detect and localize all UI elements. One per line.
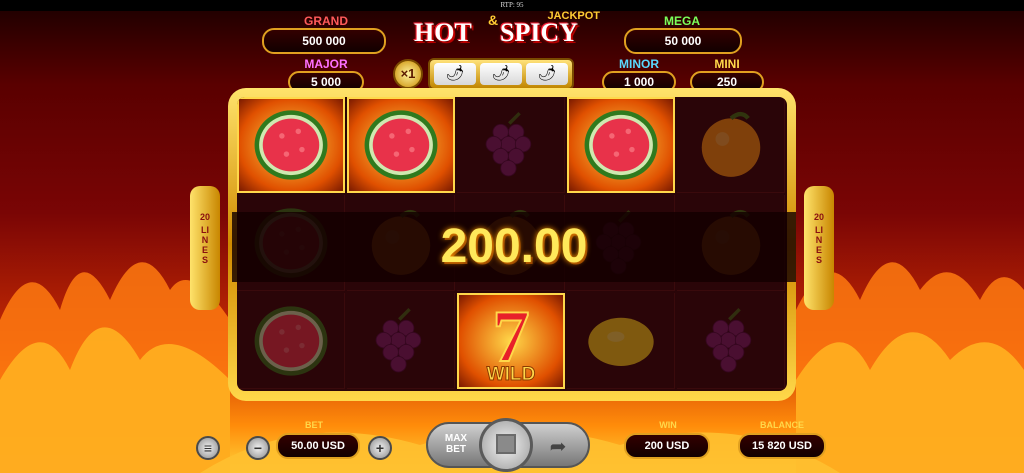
wild-label: WILD [487,364,536,384]
max-bet-label: MAX BET [444,433,468,455]
watermelon-icon [237,293,344,388]
chili-indicator: 🌶 🌶 🌶 [428,58,574,90]
watermelon-icon [349,99,453,191]
chili-pepper-icon: 🌶 [434,63,476,85]
menu-button[interactable]: ≡ [196,436,220,460]
lines-count: 20 [813,212,824,222]
grapes-icon [457,97,564,192]
winning-reel-cell-watermelon [567,97,675,193]
watermelon-icon [569,99,673,191]
bet-increase-button[interactable]: + [368,436,392,460]
winning-reel-cell-watermelon [347,97,455,193]
lines-indicator-left: 20 LINES [190,186,220,310]
grapes-icon [347,293,454,388]
title-jackpot: JACKPOT [547,10,600,22]
bet-label: BET [305,420,323,430]
grapes-icon [677,293,784,388]
multiplier-badge: ×1 [393,59,423,89]
winning-reel-cell-wild-seven: 7 WILD [457,293,565,389]
win-label: WIN [659,420,677,430]
balance-value: 15 820 USD [738,433,826,459]
lemon-icon [567,293,674,388]
chili-pepper-icon: 🌶 [526,63,568,85]
reel-cell-grapes [677,293,785,389]
title-hot: HOT [414,18,472,47]
autoplay-arrow-icon[interactable]: ➦ [540,434,576,460]
win-value: 200 USD [624,433,710,459]
winning-reel-cell-watermelon [237,97,345,193]
game-title: HOT & SPICY JACKPOT [414,10,600,54]
mega-value: 50 000 [624,28,742,54]
chili-pepper-icon: 🌶 [480,63,522,85]
mini-label: MINI [714,57,740,71]
reel-cell-watermelon [237,293,345,389]
reel-cell-grapes [457,97,565,193]
major-label: MAJOR [304,57,348,71]
lines-word: LINES [815,225,823,265]
mega-label: MEGA [664,14,700,28]
bet-decrease-button[interactable]: − [246,436,270,460]
bet-value: 50.00 USD [276,433,360,459]
lines-indicator-right: 20 LINES [804,186,834,310]
lines-word: LINES [201,225,209,265]
stop-square-icon [496,434,516,454]
title-amp: & [488,12,499,28]
minor-label: MINOR [619,57,659,71]
balance-label: BALANCE [760,420,804,430]
reel-cell-lemon [567,293,675,389]
watermelon-icon [239,99,343,191]
title-spicy: SPICY [500,18,579,47]
win-amount: 200.00 [440,220,588,273]
grand-value: 500 000 [262,28,386,54]
reel-cell-orange [677,97,785,193]
orange-icon [677,97,784,192]
wild-seven-icon: 7 WILD [459,295,563,387]
grand-label: GRAND [304,14,348,28]
lines-count: 20 [199,212,210,222]
reel-cell-grapes [347,293,455,389]
